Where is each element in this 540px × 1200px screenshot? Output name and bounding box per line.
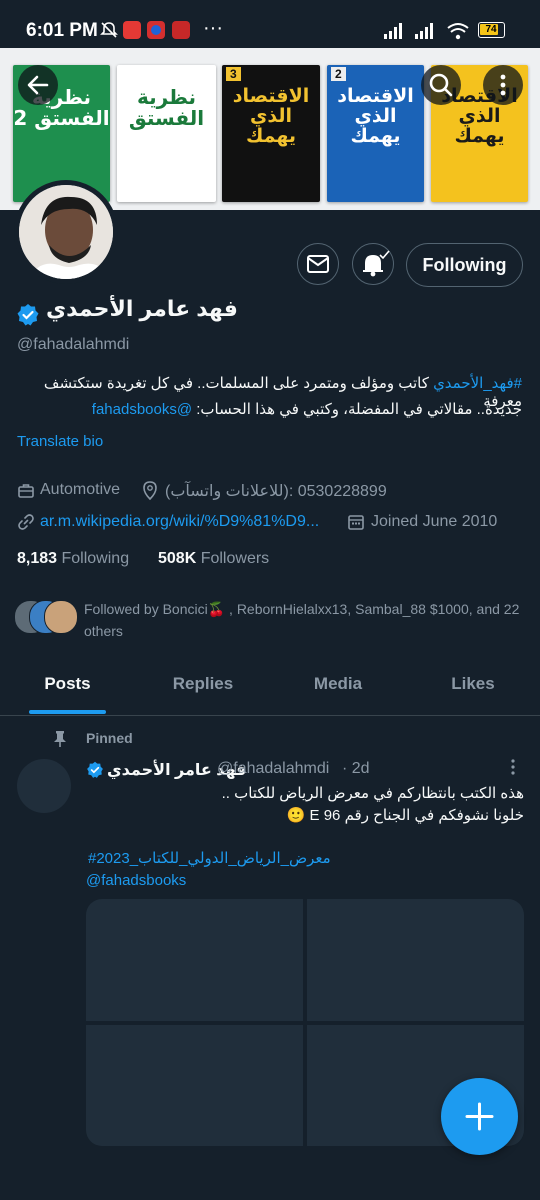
app-notification-icon-2: [172, 21, 190, 39]
profile-location: (للاعلانات واتسآب): 0530228899: [165, 483, 387, 500]
mute-notifications-icon: [100, 22, 118, 38]
wifi-icon: [447, 23, 469, 40]
more-options-button[interactable]: [483, 65, 523, 105]
status-time: 6:01 PM: [26, 20, 98, 41]
pin-icon: [54, 731, 66, 747]
banner-book-3: 3 الاقتصاد الذي يهمك: [222, 65, 320, 202]
translate-bio-link[interactable]: Translate bio: [17, 433, 103, 450]
media-image-3[interactable]: [86, 1025, 303, 1146]
search-icon: [429, 73, 453, 97]
pinned-label: Pinned: [86, 730, 133, 746]
followed-by-avatars[interactable]: [14, 600, 80, 634]
more-notifications-icon: ···: [203, 17, 223, 39]
tabs-divider: [0, 715, 540, 716]
avatar[interactable]: [14, 180, 118, 284]
following-count: 8,183: [17, 550, 58, 567]
post-mention[interactable]: @fahadsbooks: [86, 872, 186, 889]
following-button[interactable]: Following: [406, 243, 523, 287]
tab-likes[interactable]: Likes: [441, 674, 505, 694]
post-more-icon[interactable]: [503, 757, 523, 777]
signal-icon-1: [384, 23, 402, 39]
post-author-avatar[interactable]: [17, 759, 71, 813]
battery-level: 74: [485, 24, 497, 35]
compose-plus-icon: [465, 1102, 494, 1131]
verified-badge-icon: [87, 761, 103, 778]
book-title: الاقتصاد الذي يهمك: [337, 85, 414, 147]
profile-handle: @fahadalahmdi: [17, 336, 130, 353]
status-bar: 6:01 PM ··· 74: [0, 0, 540, 48]
following-label: Following: [61, 550, 130, 567]
back-button[interactable]: [18, 65, 58, 105]
verified-badge-icon: [17, 304, 39, 326]
post-hashtag[interactable]: #معرض_الرياض_الدولي_للكتاب_2023: [88, 849, 331, 867]
post-time[interactable]: · 2d: [342, 760, 370, 778]
mail-icon: [307, 255, 329, 273]
active-tab-indicator: [29, 710, 106, 714]
book-badge: 2: [331, 67, 346, 81]
follower-avatar-3: [44, 600, 78, 634]
followers-count: 508K: [158, 550, 197, 567]
youtube-notification-icon: [123, 21, 141, 39]
message-button[interactable]: [297, 243, 339, 285]
tab-replies[interactable]: Replies: [163, 674, 243, 694]
profile-name: فهد عامر الأحمدي: [46, 296, 238, 321]
compose-button[interactable]: [441, 1078, 518, 1155]
profile-website[interactable]: ar.m.wikipedia.org/wiki/%D9%81%D9...: [40, 513, 340, 531]
more-vertical-icon: [500, 74, 506, 96]
profile-joined: Joined June 2010: [371, 513, 498, 530]
battery-icon: 74: [478, 22, 505, 38]
bio-text-2: جديدة.. مقالاتي في المفضلة، وكتبي في هذا…: [192, 401, 522, 418]
book-title: الاقتصاد الذي يهمك: [232, 85, 310, 147]
profile-category: Automotive: [40, 481, 121, 498]
bio-line-2: جديدة.. مقالاتي في المفضلة، وكتبي في هذا…: [12, 400, 522, 418]
back-arrow-icon: [27, 75, 49, 95]
briefcase-icon: [18, 484, 34, 498]
link-icon: [18, 514, 34, 530]
tab-media[interactable]: Media: [302, 674, 374, 694]
banner-book-4: 2 الاقتصاد الذي يهمك: [327, 65, 424, 202]
bio-mention[interactable]: @fahadsbooks: [92, 401, 192, 418]
calendar-icon: [348, 515, 364, 530]
notifications-button[interactable]: [352, 243, 394, 285]
post-author-handle[interactable]: @fahadalahmdi: [217, 760, 329, 778]
following-stat[interactable]: 8,183 Following: [17, 550, 129, 568]
location-pin-icon: [143, 481, 157, 501]
signal-icon-2: [415, 23, 433, 39]
post-line-2: خلونا نشوفكم في الجناح رقم E 96 🙂: [286, 807, 524, 824]
app-notification-icon: [147, 21, 165, 39]
bell-icon: [363, 250, 390, 277]
followers-stat[interactable]: 508K Followers: [158, 550, 269, 568]
avatar-portrait: [19, 185, 113, 279]
followers-label: Followers: [200, 550, 270, 567]
avatar-photo: [19, 185, 113, 279]
followed-by-text[interactable]: Followed by Boncici🍒 , RebornHielalxx13,…: [84, 598, 524, 642]
search-button[interactable]: [421, 65, 461, 105]
media-image-1[interactable]: [86, 899, 303, 1021]
banner-book-2: نظرية الفستق: [117, 65, 216, 202]
media-image-2[interactable]: [307, 899, 524, 1021]
book-title: نظرية الفستق: [128, 85, 205, 130]
post-line-1: هذه الكتب بانتظاركم في معرض الرياض للكتا…: [221, 785, 524, 802]
tab-posts[interactable]: Posts: [29, 674, 106, 694]
bio-hashtag[interactable]: #فهد_الأحمدي: [433, 375, 522, 392]
book-badge: 3: [226, 67, 241, 81]
